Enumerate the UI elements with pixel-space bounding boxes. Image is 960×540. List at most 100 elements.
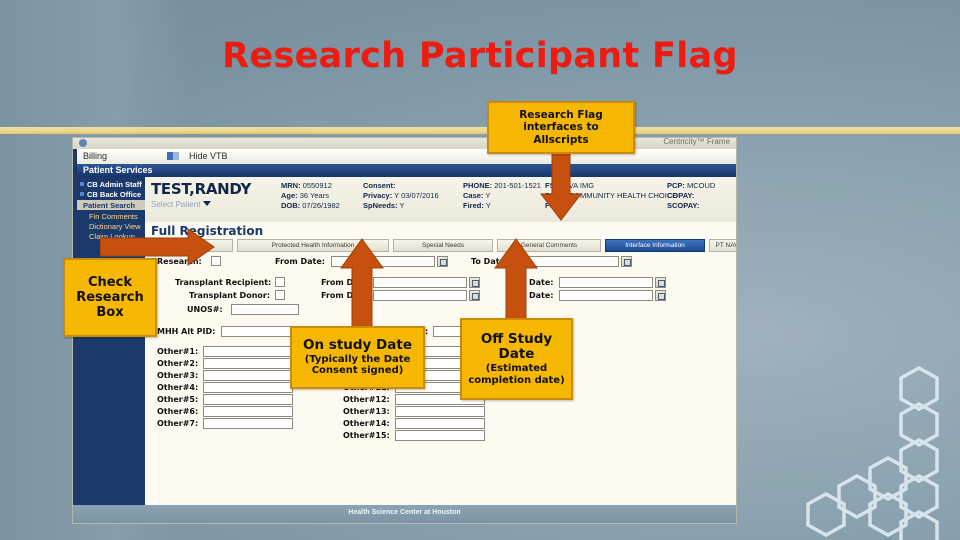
callout-check-line1: Check [88, 274, 132, 290]
patient-field-consent: Consent: [363, 181, 396, 190]
chevron-down-icon [203, 201, 212, 206]
callout-off-study-sub1: (Estimated [485, 363, 548, 375]
label-other-15: Other#15: [343, 431, 390, 440]
label-other-6: Other#6: [157, 407, 199, 416]
callout-check-line3: Box [96, 305, 124, 321]
app-footer: Health Science Center at Houston [73, 505, 736, 523]
select-patient-label: Select Patient [151, 200, 201, 209]
callout-on-study-title: On study Date [303, 337, 412, 354]
patient-name: TEST,RANDY [151, 180, 252, 198]
label-from-date: From Date: [275, 257, 326, 266]
vtb-icon [167, 152, 179, 160]
hexagon-decoration [790, 360, 960, 540]
other-2-input[interactable] [203, 358, 293, 369]
arrow-up-to-to-date [494, 238, 538, 324]
patient-field-phone: PHONE: 201-501-1521 [463, 181, 541, 190]
recipient-from-date-input[interactable] [373, 277, 467, 288]
patient-field-scopay: SCOPAY: [667, 201, 700, 210]
recipient-from-calendar-icon[interactable] [469, 277, 480, 288]
bullet-square-icon [80, 182, 84, 186]
patient-field-case: Case: Y [463, 191, 491, 200]
patient-services-label: Patient Services [83, 165, 153, 175]
label-transplant-recipient: Transplant Recipient: [175, 278, 272, 287]
other-1-input[interactable] [203, 346, 293, 357]
from-date-calendar-icon[interactable] [437, 256, 448, 267]
callout-flag-line1: Research Flag [519, 109, 603, 122]
select-patient-dropdown[interactable]: Select Patient [151, 200, 212, 209]
to-date-calendar-icon[interactable] [621, 256, 632, 267]
menu-item-billing[interactable]: Billing [83, 151, 107, 161]
label-other-1: Other#1: [157, 347, 199, 356]
app-logo-icon [79, 139, 87, 147]
tab-pt-nav[interactable]: PT NAV [709, 239, 736, 252]
patient-header: TEST,RANDY Select Patient MRN: 0550912 A… [145, 177, 736, 223]
patient-field-mrn: MRN: 0550912 [281, 181, 332, 190]
other-6-input[interactable] [203, 406, 293, 417]
unos-input[interactable] [231, 304, 299, 315]
callout-off-study-sub2: completion date) [468, 374, 565, 386]
label-other-14: Other#14: [343, 419, 390, 428]
section-title-bar: Full Registration [145, 222, 736, 239]
donor-date-input[interactable] [559, 290, 653, 301]
tab-interface-information[interactable]: Interface Information [605, 239, 705, 252]
callout-on-study-date: On study Date (Typically the Date Consen… [290, 326, 425, 389]
page-title: Research Participant Flag [222, 36, 738, 76]
label-other-3: Other#3: [157, 371, 199, 380]
label-transplant-donor: Transplant Donor: [189, 291, 271, 300]
app-title-bar: Centricity™ Frame [73, 138, 736, 149]
footer-text: Health Science Center at Houston [348, 509, 461, 516]
sidebar-item-label: Patient Search [83, 201, 136, 210]
patient-field-copay: COPAY: [667, 191, 695, 200]
callout-check-research-box: Check Research Box [63, 258, 157, 337]
label-other-2: Other#2: [157, 359, 199, 368]
label-other-4: Other#4: [157, 383, 199, 392]
gold-divider-rule [0, 127, 960, 134]
other-14-input[interactable] [395, 418, 485, 429]
interface-information-form: Research: From Date: To Date: Transplant… [149, 255, 732, 490]
sidebar-group-label: CB Back Office [87, 190, 142, 199]
sidebar-item-patient-search[interactable]: Patient Search [77, 200, 145, 210]
recipient-date-input[interactable] [559, 277, 653, 288]
donor-date-calendar-icon[interactable] [655, 290, 666, 301]
menu-item-hide-vtb[interactable]: Hide VTB [189, 151, 228, 161]
tab-bar: Contact/ADA Protected Health Information… [145, 239, 736, 253]
callout-flag-line3: Allscripts [533, 133, 589, 146]
transplant-donor-checkbox[interactable] [275, 290, 285, 300]
other-15-input[interactable] [395, 430, 485, 441]
app-window-title: Centricity™ Frame [663, 137, 730, 146]
other-7-input[interactable] [203, 418, 293, 429]
tab-special-needs[interactable]: Special Needs [393, 239, 493, 252]
other-5-input[interactable] [203, 394, 293, 405]
callout-flag-line2: interfaces to [523, 121, 599, 134]
donor-from-date-input[interactable] [373, 290, 467, 301]
callout-off-study-title2: Date [498, 346, 535, 363]
callout-check-line2: Research [76, 289, 144, 305]
callout-research-flag: Research Flag interfaces to Allscripts [487, 101, 635, 154]
recipient-date-calendar-icon[interactable] [655, 277, 666, 288]
donor-from-calendar-icon[interactable] [469, 290, 480, 301]
arrow-down-to-interface-tab [540, 150, 582, 222]
transplant-recipient-checkbox[interactable] [275, 277, 285, 287]
patient-field-dob: DOB: 07/26/1982 [281, 201, 340, 210]
callout-on-study-sub1: (Typically the Date [304, 353, 411, 365]
other-13-input[interactable] [395, 406, 485, 417]
main-panel: TEST,RANDY Select Patient MRN: 0550912 A… [145, 177, 736, 523]
callout-on-study-sub2: Consent signed) [311, 365, 404, 377]
bullet-square-icon [80, 192, 84, 196]
sidebar-group-cb-back-office[interactable]: CB Back Office [80, 190, 141, 199]
slide-canvas: Research Participant Flag Centricity™ Fr… [0, 0, 960, 540]
patient-field-privacy: Privacy: Y 03/07/2016 [363, 191, 439, 200]
callout-off-study-title1: Off Study [480, 330, 553, 347]
patient-field-spneeds: SpNeeds: Y [363, 201, 405, 210]
label-other-7: Other#7: [157, 419, 199, 428]
menu-bar: Billing Hide VTB [77, 149, 736, 165]
patient-field-age: Age: 36 Years [281, 191, 329, 200]
sidebar-group-cb-admin-staff[interactable]: CB Admin Staff [80, 180, 142, 189]
other-3-input[interactable] [203, 370, 293, 381]
patient-services-bar: Patient Services [77, 164, 736, 177]
other-4-input[interactable] [203, 382, 293, 393]
sidebar-item-fin-comments[interactable]: Fin Comments [89, 212, 138, 221]
sidebar-group-label: CB Admin Staff [87, 180, 142, 189]
arrow-up-to-from-date [340, 238, 384, 334]
callout-off-study-date: Off Study Date (Estimated completion dat… [460, 318, 573, 400]
